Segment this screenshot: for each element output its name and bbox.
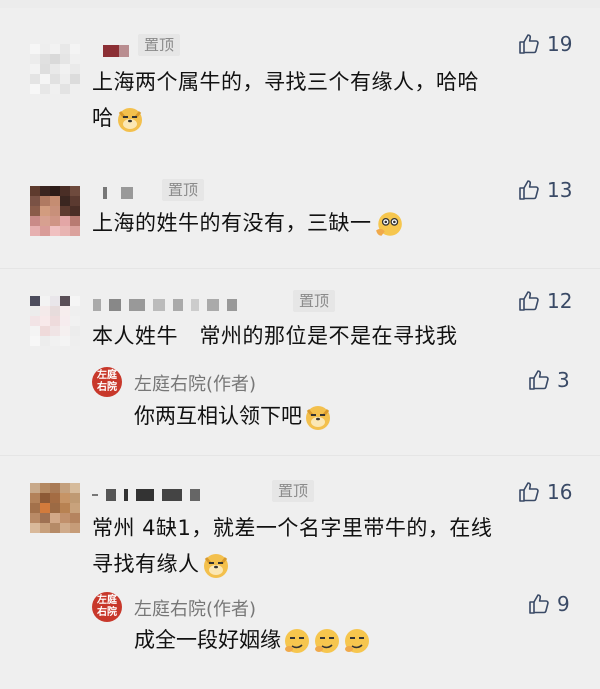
reply-text: 你两互相认领下吧 [134, 399, 332, 433]
thinking-emoji-icon [375, 212, 402, 236]
sly-emoji-icon [345, 629, 369, 653]
thumbs-up-icon [519, 291, 539, 311]
thumbs-up-icon [529, 370, 549, 390]
like-button[interactable]: 13 [517, 177, 572, 203]
author-name[interactable]: 左庭右院(作者) [134, 370, 256, 396]
doge-emoji-icon [306, 406, 330, 430]
like-count: 16 [547, 480, 573, 504]
like-count: 12 [547, 289, 573, 313]
commenter-name [93, 294, 245, 311]
avatar[interactable] [30, 44, 80, 94]
comment-text: 上海的姓牛的有没有，三缺一 [92, 205, 562, 241]
commenter-name [103, 40, 137, 57]
commenter-name [92, 484, 208, 501]
like-count: 9 [557, 592, 570, 616]
author-avatar[interactable]: 左庭 右院 [92, 592, 122, 622]
commenter-name [103, 182, 141, 199]
divider [0, 455, 600, 456]
avatar[interactable] [30, 483, 80, 533]
thumbs-up-icon [519, 180, 539, 200]
like-button[interactable]: 12 [517, 288, 572, 314]
like-count: 19 [547, 32, 573, 56]
like-count: 3 [557, 368, 570, 392]
top-strip [0, 0, 600, 8]
pin-badge: 置顶 [293, 290, 336, 312]
divider [0, 268, 600, 269]
avatar[interactable] [30, 296, 80, 346]
thumbs-up-icon [529, 594, 549, 614]
pin-badge: 置顶 [272, 480, 315, 502]
reply-text: 成全一段好姻缘 [134, 623, 371, 657]
doge-emoji-icon [117, 108, 142, 132]
comment-text: 上海两个属牛的，寻找三个有缘人，哈哈 哈 [92, 64, 562, 136]
like-button[interactable]: 16 [517, 479, 572, 505]
pin-badge: 置顶 [162, 179, 205, 201]
comment-text: 常州 4缺1，就差一个名字里带牛的，在线 寻找有缘人 [92, 510, 572, 582]
reply-like-button[interactable]: 3 [527, 367, 570, 393]
thumbs-up-icon [519, 34, 539, 54]
doge-emoji-icon [203, 554, 228, 578]
sly-emoji-icon [315, 629, 339, 653]
author-name[interactable]: 左庭右院(作者) [134, 595, 256, 621]
author-avatar[interactable]: 左庭 右院 [92, 367, 122, 397]
like-button[interactable]: 19 [517, 31, 572, 57]
comment-text: 本人姓牛 常州的那位是不是在寻找我 [92, 324, 458, 348]
avatar[interactable] [30, 186, 80, 236]
like-count: 13 [547, 178, 573, 202]
thumbs-up-icon [519, 482, 539, 502]
pin-badge: 置顶 [138, 34, 181, 56]
reply-like-button[interactable]: 9 [527, 591, 570, 617]
sly-emoji-icon [285, 629, 309, 653]
